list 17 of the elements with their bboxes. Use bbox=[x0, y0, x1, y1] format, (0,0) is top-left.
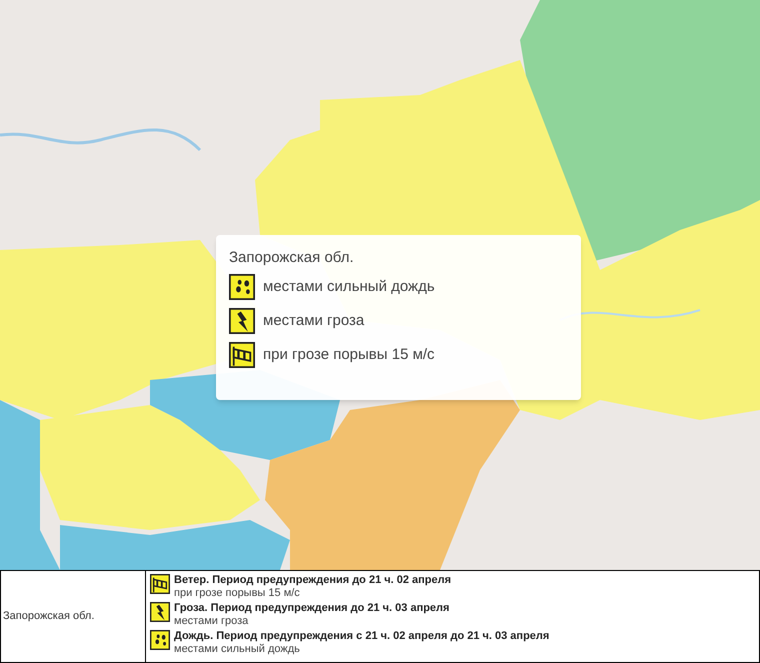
windsock-warning-icon bbox=[229, 342, 255, 368]
region-name: Запорожская обл. bbox=[1, 571, 146, 662]
rain-warning-icon bbox=[229, 274, 255, 300]
rain-warning-icon bbox=[150, 630, 170, 650]
lightning-warning-icon bbox=[229, 308, 255, 334]
warning-title: Ветер. Период предупреждения до 21 ч. 02 апреля bbox=[174, 574, 452, 587]
popup-title: Запорожская обл. bbox=[229, 248, 355, 268]
lightning-warning-icon bbox=[150, 602, 170, 622]
warning-text: при грозе порывы 15 м/с bbox=[263, 344, 435, 365]
warning-detail: при грозе порывы 15 м/с bbox=[174, 587, 301, 600]
warning-detail: местами гроза bbox=[174, 615, 250, 628]
warning-text: местами гроза bbox=[263, 310, 364, 331]
warning-title: Дождь. Период предупреждения с 21 ч. 02 апреля до 21 ч. 03 апреля bbox=[174, 630, 550, 643]
warning-detail: местами сильный дождь bbox=[174, 643, 301, 656]
warning-text: местами сильный дождь bbox=[263, 276, 435, 297]
windsock-warning-icon bbox=[150, 574, 170, 594]
warning-title: Гроза. Период предупреждения до 21 ч. 03 апреля bbox=[174, 602, 450, 615]
